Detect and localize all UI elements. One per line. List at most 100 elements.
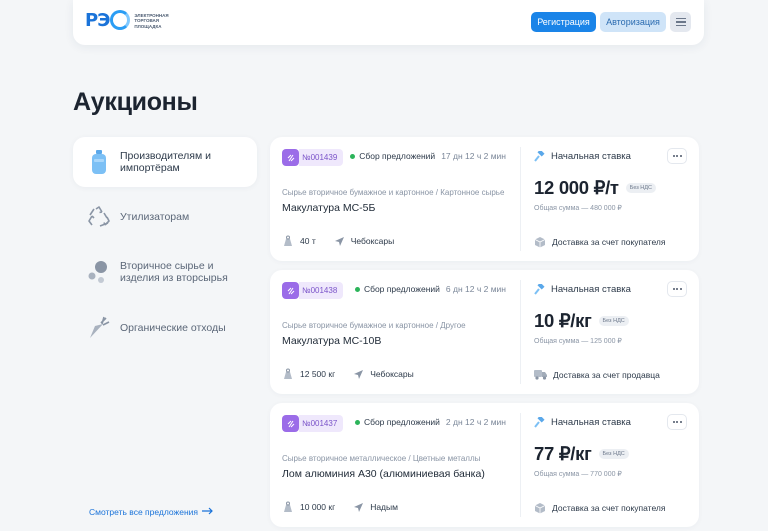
category-label: Утилизаторам <box>120 211 190 223</box>
category-producers[interactable]: Производителям и импортёрам <box>73 137 257 187</box>
lot-status: Сбор предложений 6 дн 12 ч 2 мин <box>354 284 506 294</box>
see-all-label: Смотреть все предложения <box>89 507 199 517</box>
quantity: 40 т <box>282 235 316 247</box>
bottle-icon <box>86 149 112 175</box>
lot-title[interactable]: Лом алюминия А30 (алюминиевая банка) <box>282 468 485 480</box>
vat-badge: Без НДС <box>598 316 629 326</box>
location-arrow-icon <box>354 369 364 379</box>
lot-title[interactable]: Макулатура МС-10В <box>282 335 381 347</box>
see-all-link[interactable]: Смотреть все предложения <box>89 507 214 517</box>
time-left: 17 дн 12 ч 2 мин <box>441 151 506 161</box>
price: 77 ₽/кг <box>534 443 592 464</box>
location: Чебоксары <box>334 236 395 247</box>
status-label: Сбор предложений <box>363 284 440 294</box>
status-dot-icon <box>354 286 360 292</box>
more-icon <box>672 288 675 290</box>
lot-card[interactable]: №001437 Сбор предложений 2 дн 12 ч 2 мин… <box>270 403 699 527</box>
circles-icon <box>86 259 112 285</box>
delivery: Доставка за счет покупателя <box>534 502 665 514</box>
status-dot-icon <box>354 419 360 425</box>
hamburger-icon <box>675 18 686 20</box>
lot-number-badge: №001439 <box>282 149 344 166</box>
lot-type-icon <box>282 415 299 432</box>
total-sum: Общая сумма — 770 000 ₽ <box>534 471 622 478</box>
rate-label: Начальная ставка <box>551 284 631 295</box>
lot-price-block: Начальная ставка 10 ₽/кг Без НДС Общая с… <box>521 270 699 394</box>
price: 10 ₽/кг <box>534 310 592 331</box>
price-row: 77 ₽/кг Без НДС <box>534 443 629 465</box>
status-label: Сбор предложений <box>359 151 436 161</box>
status-dot-icon <box>350 153 356 159</box>
box-icon <box>534 237 546 248</box>
lot-number: №001438 <box>299 282 344 299</box>
weight-icon <box>284 368 292 379</box>
lot-title[interactable]: Макулатура МС-5Б <box>282 202 375 214</box>
rate-label: Начальная ставка <box>551 417 631 428</box>
lot-info: №001439 Сбор предложений 17 дн 12 ч 2 ми… <box>270 137 520 261</box>
logo-text: Электронная торговая площадка <box>134 12 169 29</box>
recycle-icon <box>86 204 112 230</box>
lot-type-icon <box>282 149 299 166</box>
more-options-button[interactable] <box>667 414 687 430</box>
price-row: 12 000 ₽/т Без НДС <box>534 177 656 199</box>
quantity-value: 12 500 кг <box>300 369 336 379</box>
total-sum: Общая сумма — 480 000 ₽ <box>534 205 622 212</box>
location-arrow-icon <box>354 502 364 512</box>
lot-card[interactable]: №001438 Сбор предложений 6 дн 12 ч 2 мин… <box>270 270 699 394</box>
lot-info: №001438 Сбор предложений 6 дн 12 ч 2 мин… <box>270 270 520 394</box>
delivery: Доставка за счет покупателя <box>534 236 665 248</box>
lot-number: №001439 <box>299 149 344 166</box>
lot-type-icon <box>282 282 299 299</box>
category-label: Вторичное сырье и изделия из вторсырья <box>120 260 228 284</box>
city: Чебоксары <box>370 369 414 379</box>
lot-price-block: Начальная ставка 77 ₽/кг Без НДС Общая с… <box>521 403 699 527</box>
lot-category: Сырье вторичное бумажное и картонное / К… <box>282 188 505 197</box>
vat-badge: Без НДС <box>598 449 629 459</box>
hammer-icon <box>534 417 545 428</box>
delivery-label: Доставка за счет покупателя <box>552 503 666 513</box>
lot-number: №001437 <box>299 415 344 432</box>
lot-card[interactable]: №001439 Сбор предложений 17 дн 12 ч 2 ми… <box>270 137 699 261</box>
location: Надым <box>353 502 398 513</box>
login-button[interactable]: Авторизация <box>600 12 666 32</box>
category-label: Производителям и импортёрам <box>120 150 211 174</box>
delivery-label: Доставка за счет продавца <box>553 369 660 380</box>
quantity: 12 500 кг <box>282 368 335 380</box>
lot-number-badge: №001438 <box>282 282 344 299</box>
weight-icon <box>284 235 292 246</box>
more-options-button[interactable] <box>667 148 687 164</box>
lot-category: Сырье вторичное металлическое / Цветные … <box>282 454 481 463</box>
carrot-icon <box>86 315 112 341</box>
category-recyclers[interactable]: Утилизаторам <box>73 192 257 242</box>
arrow-right-icon <box>202 507 214 517</box>
lot-status: Сбор предложений 17 дн 12 ч 2 мин <box>350 151 506 161</box>
truck-icon <box>534 370 547 380</box>
lot-meta: 40 т Чебоксары <box>282 235 412 247</box>
lot-info: №001437 Сбор предложений 2 дн 12 ч 2 мин… <box>270 403 520 527</box>
register-button[interactable]: Регистрация <box>531 12 596 32</box>
weight-icon <box>284 501 292 512</box>
category-label: Органические отходы <box>120 322 226 334</box>
time-left: 6 дн 12 ч 2 мин <box>445 284 506 294</box>
more-options-button[interactable] <box>667 281 687 297</box>
time-left: 2 дн 12 ч 2 мин <box>445 417 506 427</box>
category-organic[interactable]: Органические отходы <box>73 303 257 353</box>
category-secondary-raw[interactable]: Вторичное сырье и изделия из вторсырья <box>73 247 257 297</box>
quantity: 10 000 кг <box>282 501 335 513</box>
price-row: 10 ₽/кг Без НДС <box>534 310 629 332</box>
lot-number-badge: №001437 <box>282 415 344 432</box>
city: Надым <box>370 502 398 512</box>
rate-header: Начальная ставка <box>534 417 631 428</box>
delivery: Доставка за счет продавца <box>534 369 660 380</box>
menu-button[interactable] <box>670 12 691 32</box>
city: Чебоксары <box>350 236 395 246</box>
quantity-value: 40 т <box>300 236 316 246</box>
box-icon <box>534 503 546 514</box>
hammer-icon <box>534 284 545 295</box>
page-title: Аукционы <box>73 88 198 116</box>
logo[interactable]: РЭ Электронная торговая площадка <box>85 10 169 32</box>
location: Чебоксары <box>353 369 414 380</box>
quantity-value: 10 000 кг <box>300 502 336 512</box>
status-label: Сбор предложений <box>363 417 440 427</box>
rate-header: Начальная ставка <box>534 151 631 162</box>
